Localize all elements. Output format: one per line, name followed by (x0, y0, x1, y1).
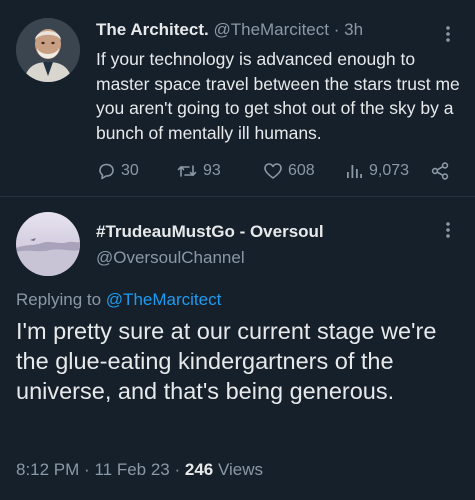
views-count: 9,073 (369, 162, 410, 179)
more-icon[interactable] (441, 220, 455, 240)
retweet-button[interactable]: 93 (176, 160, 221, 182)
share-button[interactable] (430, 160, 450, 182)
views-button[interactable]: 9,073 (344, 160, 409, 182)
tweet-text: If your technology is advanced enough to… (96, 49, 460, 143)
separator-dot: · (84, 460, 90, 479)
reply-time[interactable]: 8:12 PM (16, 460, 79, 479)
reply-views-label: Views (218, 460, 264, 479)
separator-dot: · (174, 460, 181, 479)
reply-icon (96, 161, 116, 181)
author-handle[interactable]: @TheMarcitect (213, 20, 329, 39)
reply-meta: 8:12 PM · 11 Feb 23 · 246 Views (16, 460, 263, 480)
author-avatar[interactable] (16, 18, 80, 82)
reply-views-count: 246 (184, 460, 214, 479)
views-icon (344, 161, 364, 181)
author-name[interactable]: The Architect. (96, 20, 209, 39)
replying-prefix: Replying to (16, 290, 102, 309)
reply-text: I'm pretty sure at our current stage we'… (16, 318, 437, 404)
reply-date[interactable]: 11 Feb 23 (94, 460, 169, 479)
replying-to: Replying to @TheMarcitect (16, 290, 221, 310)
reply-author-name[interactable]: #TrudeauMustGo - Oversoul (96, 222, 324, 242)
parent-tweet[interactable]: The Architect. @TheMarcitect · 3h If you… (0, 0, 475, 196)
reply-author-handle[interactable]: @OversoulChannel (96, 248, 245, 268)
tweet-time[interactable]: 3h (344, 20, 363, 39)
like-button[interactable]: 608 (263, 160, 315, 182)
divider (0, 196, 475, 197)
reply-count: 30 (121, 162, 139, 179)
tweet-header: The Architect. @TheMarcitect · 3h (96, 20, 363, 40)
heart-icon (263, 161, 283, 181)
share-icon (430, 161, 450, 181)
more-icon[interactable] (441, 24, 455, 44)
reply-button[interactable]: 30 (96, 160, 139, 182)
separator-dot: · (333, 20, 340, 39)
replying-mention-link[interactable]: @TheMarcitect (106, 290, 222, 309)
like-count: 608 (288, 162, 315, 179)
retweet-icon (176, 161, 198, 181)
retweet-count: 93 (203, 162, 221, 179)
tweet-actions: 30 93 608 9,073 (96, 160, 456, 182)
reply-author-avatar[interactable] (16, 212, 80, 276)
